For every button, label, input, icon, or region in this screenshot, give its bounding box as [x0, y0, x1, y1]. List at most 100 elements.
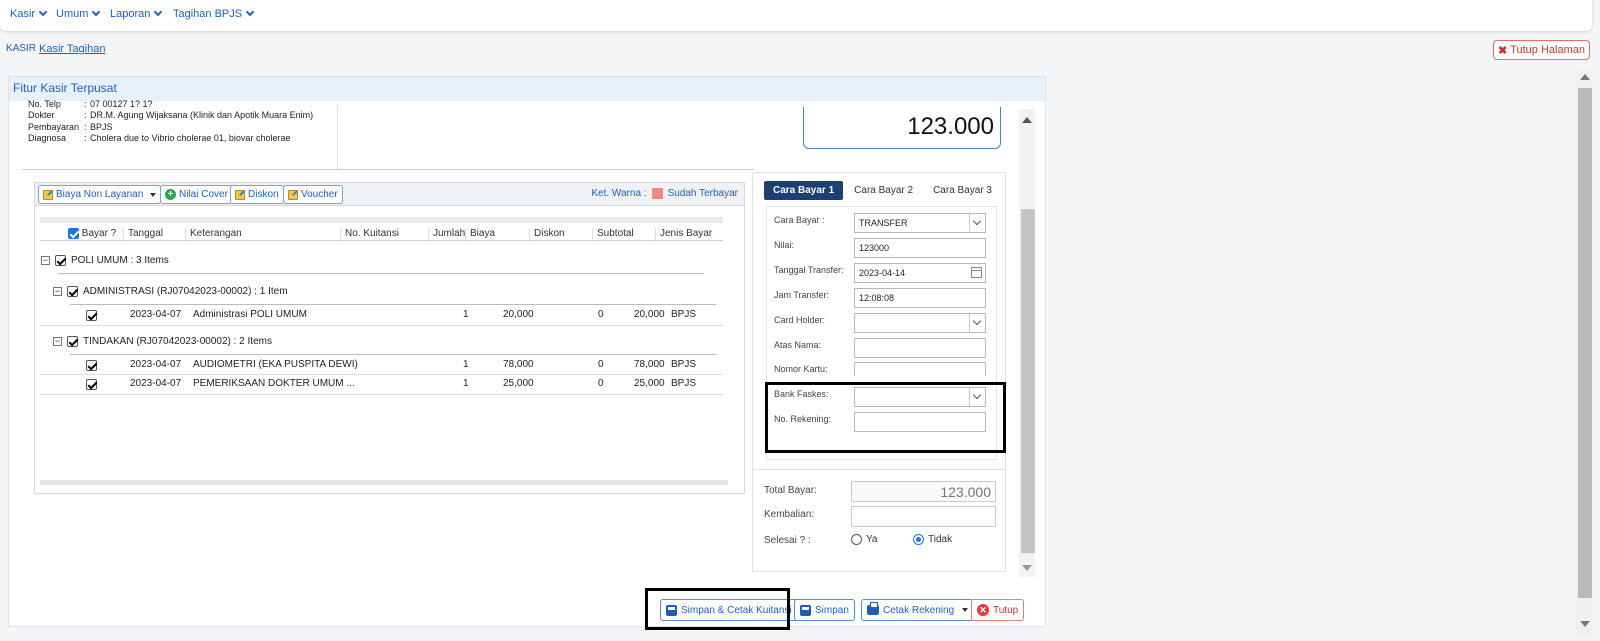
nilai-cover-label: Nilai Cover — [179, 189, 228, 200]
nilai-cover-button[interactable]: + Nilai Cover — [160, 185, 233, 204]
row-jumlah: 1 — [463, 359, 469, 370]
patient-doctor-row: Dokter: DR.M. Agung Wijaksana (Klinik dan… — [28, 110, 337, 122]
legend-label: Ket. Warna : — [591, 188, 647, 199]
close-page-button[interactable]: ✖ Tutup Halaman — [1492, 40, 1590, 60]
selesai-ya-option[interactable]: Ya — [851, 534, 878, 545]
cetak-rekening-button[interactable]: Cetak Rekening — [861, 599, 975, 621]
tutup-label: Tutup — [993, 604, 1019, 616]
cara-bayar-select[interactable]: TRANSFER — [854, 213, 986, 233]
selesai-label: Selesai ? : — [764, 535, 811, 546]
radio-ya[interactable] — [851, 534, 862, 545]
panel-scrollbar[interactable] — [1019, 109, 1035, 577]
grid-header: Bayar ? Tanggal Keterangan No. Kuitansi … — [40, 217, 723, 242]
divider — [753, 469, 1005, 470]
panel-scrollbar-thumb[interactable] — [1021, 209, 1035, 553]
collapse-icon[interactable]: − — [41, 256, 50, 265]
menu-umum-label: Umum — [56, 8, 89, 20]
row-biaya: 20,000 — [503, 309, 534, 320]
row-diskon: 0 — [598, 359, 604, 370]
scroll-down-icon[interactable] — [1022, 565, 1032, 571]
col-bayar[interactable]: Bayar ? — [64, 228, 124, 242]
calendar-icon[interactable] — [971, 267, 982, 278]
voucher-button[interactable]: Voucher — [283, 185, 343, 204]
chevron-down-icon — [38, 7, 48, 17]
breadcrumb-current[interactable]: Kasir Tagihan — [39, 43, 105, 55]
select-all-checkbox[interactable] — [68, 228, 79, 239]
group-checkbox[interactable] — [55, 255, 66, 266]
radio-tidak[interactable] — [913, 534, 924, 545]
row-jumlah: 1 — [463, 378, 469, 389]
col-no-kuitansi[interactable]: No. Kuitansi — [341, 228, 429, 242]
grid-hscroll[interactable] — [40, 480, 728, 485]
atas-nama-field[interactable] — [854, 338, 986, 358]
save-icon — [800, 604, 811, 616]
bill-grid: Biaya Non Layanan + Nilai Cover Diskon Vo… — [34, 182, 745, 494]
caret-down-icon — [150, 192, 157, 197]
scroll-up-icon[interactable] — [1580, 74, 1590, 80]
group-poli-umum[interactable]: − POLI UMUM : 3 Items — [41, 255, 169, 266]
card-holder-select[interactable] — [854, 313, 986, 333]
nomor-kartu-field[interactable] — [854, 362, 986, 376]
close-page-label: Tutup Halaman — [1510, 44, 1585, 56]
chevron-down-icon[interactable] — [969, 314, 985, 332]
patient-phone-row: No. Telp:07 00127 1? 1? — [28, 99, 337, 110]
menu-kasir[interactable]: Kasir — [10, 7, 48, 20]
radio-tidak-label: Tidak — [928, 534, 953, 545]
breadcrumb-root[interactable]: KASIR — [6, 43, 36, 54]
row-checkbox[interactable] — [86, 379, 97, 390]
divider — [22, 169, 754, 170]
row-checkbox[interactable] — [86, 360, 97, 371]
tutup-button[interactable]: ✕ Tutup — [971, 599, 1025, 621]
chevron-down-icon[interactable] — [969, 214, 985, 232]
col-biaya[interactable]: Biaya — [466, 228, 530, 242]
diskon-button[interactable]: Diskon — [230, 185, 284, 204]
color-legend: Ket. Warna : Sudah Terbayar — [591, 188, 738, 199]
menu-umum[interactable]: Umum — [56, 7, 101, 20]
legend-swatch — [651, 188, 663, 199]
scroll-down-icon[interactable] — [1580, 621, 1590, 627]
tanggal-transfer-field[interactable]: 2023-04-14 — [854, 263, 986, 283]
collapse-icon[interactable]: − — [53, 287, 62, 296]
close-icon: ✖ — [1497, 44, 1508, 57]
row-tanggal: 2023-04-07 — [130, 359, 182, 370]
card-holder-label: Card Holder: — [774, 315, 826, 325]
tab-cara-bayar-1[interactable]: Cara Bayar 1 — [764, 181, 844, 200]
divider — [70, 304, 716, 305]
simpan-button[interactable]: Simpan — [794, 599, 855, 621]
row-subtotal: 78,000 — [634, 359, 665, 370]
phone-value: 07 00127 1? 1? — [90, 99, 153, 109]
group-tindakan[interactable]: − TINDAKAN (RJ07042023-00002) : 2 Items — [53, 336, 272, 347]
chevron-down-icon — [154, 7, 163, 17]
selesai-tidak-option[interactable]: Tidak — [913, 534, 952, 545]
col-subtotal[interactable]: Subtotal — [593, 228, 656, 242]
col-jenis-bayar[interactable]: Jenis Bayar — [656, 228, 723, 242]
biaya-non-layanan-label: Biaya Non Layanan — [56, 189, 144, 200]
scroll-up-icon[interactable] — [1022, 117, 1032, 123]
menu-tagihan-bpjs[interactable]: Tagihan BPJS — [173, 7, 255, 20]
highlight-box-save — [645, 588, 790, 630]
patient-info: No. Telp:07 00127 1? 1? Dokter: DR.M. Agu… — [28, 99, 338, 169]
col-tanggal[interactable]: Tanggal — [124, 228, 186, 242]
collapse-icon[interactable]: − — [53, 337, 62, 346]
radio-ya-label: Ya — [866, 534, 878, 545]
row-checkbox[interactable] — [86, 310, 97, 321]
tab-cara-bayar-2[interactable]: Cara Bayar 2 — [845, 181, 922, 200]
nilai-field[interactable]: 123000 — [854, 238, 986, 258]
col-keterangan[interactable]: Keterangan — [186, 228, 341, 242]
diskon-label: Diskon — [248, 189, 279, 200]
menu-laporan[interactable]: Laporan — [110, 7, 163, 20]
legend-paid-label: Sudah Terbayar — [667, 188, 738, 199]
tab-cara-bayar-3[interactable]: Cara Bayar 3 — [924, 181, 1001, 200]
row-diskon: 0 — [598, 309, 604, 320]
jam-transfer-field[interactable]: 12:08:08 — [854, 288, 986, 308]
cara-bayar-value: TRANSFER — [859, 218, 908, 228]
page-scrollbar[interactable] — [1576, 70, 1592, 635]
page-scrollbar-thumb[interactable] — [1578, 88, 1592, 598]
group-administrasi[interactable]: − ADMINISTRASI (RJ07042023-00002) : 1 It… — [53, 286, 288, 297]
col-jumlah[interactable]: Jumlah — [429, 228, 466, 242]
biaya-non-layanan-button[interactable]: Biaya Non Layanan — [38, 185, 162, 204]
col-diskon[interactable]: Diskon — [530, 228, 593, 242]
diagnosis-value: Cholera due to Vibrio cholerae 01, biova… — [90, 133, 291, 143]
group-checkbox[interactable] — [67, 336, 78, 347]
group-checkbox[interactable] — [67, 286, 78, 297]
